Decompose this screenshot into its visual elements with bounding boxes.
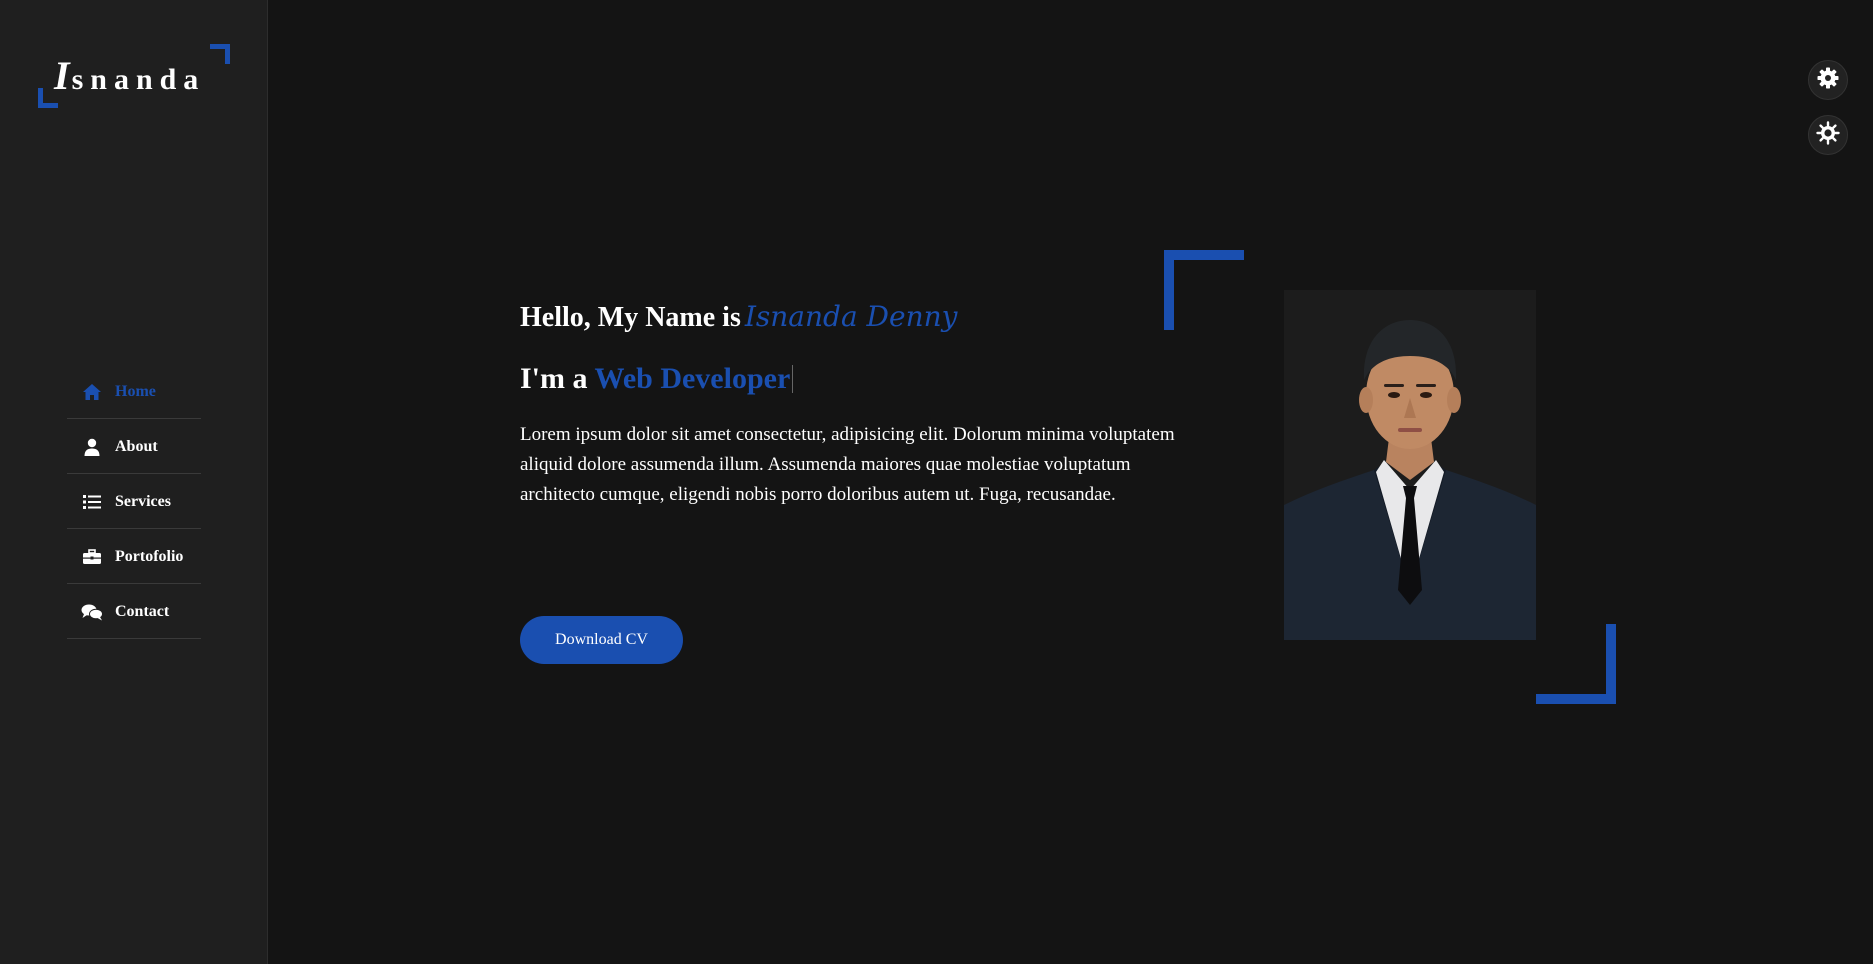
home-icon <box>81 383 103 401</box>
logo-initial: I <box>54 53 72 98</box>
sidebar-item-label: Portofolio <box>115 547 184 565</box>
sidebar-item-about[interactable]: About <box>67 420 201 474</box>
greeting-heading: Hello, My Name is Isnanda Denny <box>520 300 1180 334</box>
logo-rest: snanda <box>71 63 206 96</box>
sidebar-item-services[interactable]: Services <box>67 475 201 529</box>
greeting-prefix: Hello, My Name is <box>520 302 741 333</box>
hero-description: Lorem ipsum dolor sit amet consectetur, … <box>520 424 1175 505</box>
typing-cursor <box>792 365 794 393</box>
hero-name: Isnanda Denny <box>744 300 958 333</box>
briefcase-icon <box>81 548 103 566</box>
role-text: Web Developer <box>594 362 791 395</box>
sidebar-item-label: Home <box>115 382 156 400</box>
theme-icon <box>1816 120 1840 150</box>
sidebar-item-label: About <box>115 437 158 455</box>
photo-corner-top-left <box>1164 250 1244 330</box>
sidebar-item-label: Services <box>115 492 171 510</box>
theme-toggle-button[interactable] <box>1808 115 1848 155</box>
settings-button[interactable] <box>1808 60 1848 100</box>
gear-icon <box>1817 67 1839 94</box>
sidebar: Isnanda Home About Services Portofolio C… <box>0 0 268 964</box>
user-icon <box>81 438 103 456</box>
sidebar-item-home[interactable]: Home <box>67 365 201 419</box>
role-prefix: I'm a <box>520 362 588 395</box>
hero-section: Hello, My Name is Isnanda Denny I'm a Web… <box>520 300 1180 510</box>
sidebar-item-portofolio[interactable]: Portofolio <box>67 530 201 584</box>
sidebar-item-label: Contact <box>115 602 170 620</box>
comments-icon <box>81 603 103 621</box>
logo[interactable]: Isnanda <box>38 44 230 108</box>
list-icon <box>81 493 103 511</box>
photo-corner-bottom-right <box>1536 624 1616 704</box>
logo-corner-top-right <box>210 44 230 64</box>
sidebar-nav: Home About Services Portofolio Contact <box>67 365 201 640</box>
role-heading: I'm a Web Developer <box>520 362 1180 396</box>
sidebar-item-contact[interactable]: Contact <box>67 585 201 639</box>
logo-text: Isnanda <box>54 52 205 99</box>
download-cv-button[interactable]: Download CV <box>520 616 683 664</box>
profile-photo <box>1284 290 1536 640</box>
